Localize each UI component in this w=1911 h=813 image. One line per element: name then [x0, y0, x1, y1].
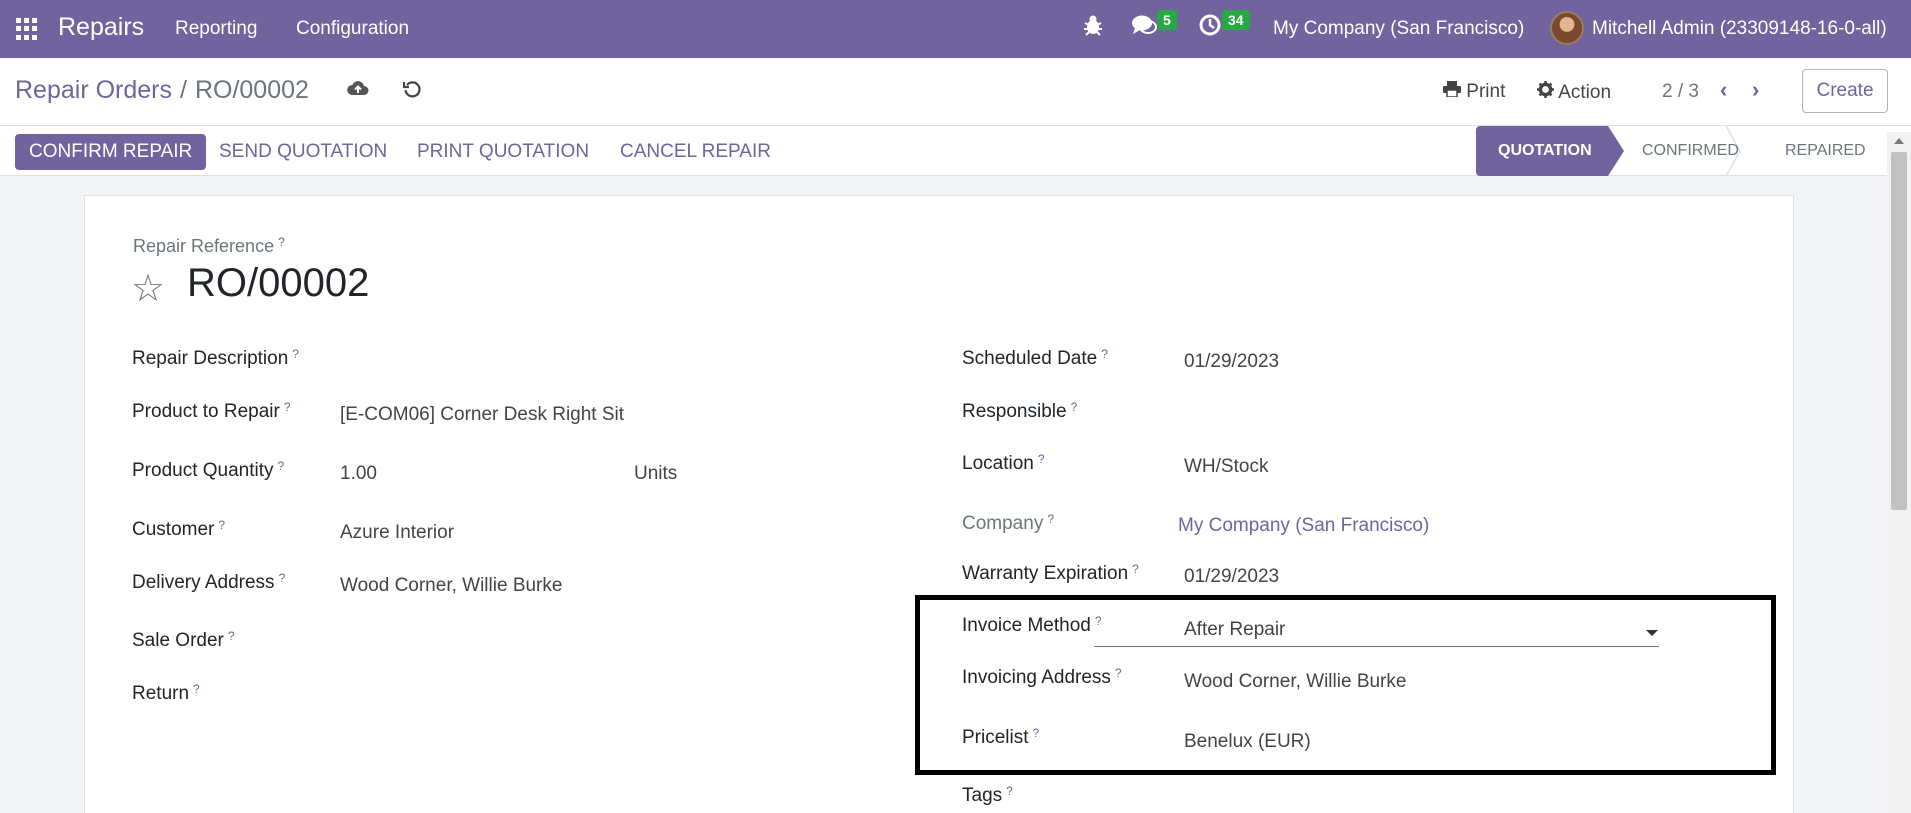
help-icon[interactable]: ?	[284, 400, 291, 414]
company-switcher[interactable]: My Company (San Francisco)	[1273, 18, 1524, 40]
status-bar: CONFIRM REPAIR SEND QUOTATION PRINT QUOT…	[0, 125, 1911, 177]
scheduled-date-field[interactable]: 01/29/2023	[1184, 351, 1279, 373]
chat-icon[interactable]	[1131, 14, 1157, 42]
scrollbar[interactable]	[1887, 132, 1911, 813]
messages-badge: 5	[1157, 10, 1177, 30]
customer-label: Customer?	[132, 518, 225, 541]
responsible-label: Responsible?	[962, 400, 1078, 423]
label-text: Product Quantity	[132, 460, 274, 481]
create-button[interactable]: Create	[1802, 69, 1888, 113]
customer-field[interactable]: Azure Interior	[340, 522, 454, 544]
help-icon[interactable]: ?	[193, 682, 200, 696]
scroll-up-arrow-icon[interactable]	[1894, 138, 1904, 144]
label-text: Warranty Expiration	[962, 563, 1129, 584]
help-icon[interactable]: ?	[279, 571, 286, 585]
app-name[interactable]: Repairs	[58, 13, 144, 42]
help-icon[interactable]: ?	[278, 459, 285, 473]
location-label: Location?	[962, 452, 1045, 475]
ref-label-text: Repair Reference	[133, 236, 275, 256]
label-text: Customer	[132, 519, 215, 540]
scheduled-date-label: Scheduled Date?	[962, 347, 1108, 370]
company-field[interactable]: My Company (San Francisco)	[1178, 515, 1429, 537]
breadcrumb: Repair Orders / RO/00002	[15, 76, 309, 105]
label-text: Tags	[962, 785, 1003, 806]
label-text: Scheduled Date	[962, 348, 1098, 369]
highlight-box	[915, 595, 1776, 775]
cancel-repair-button[interactable]: CANCEL REPAIR	[620, 141, 771, 163]
quantity-label: Product Quantity?	[132, 459, 285, 482]
sale-order-label: Sale Order?	[132, 629, 235, 652]
label-text: Return	[132, 683, 190, 704]
breadcrumb-separator: /	[180, 76, 187, 104]
warranty-expiration-field[interactable]: 01/29/2023	[1184, 566, 1279, 588]
label-text: Delivery Address	[132, 572, 275, 593]
tags-label: Tags?	[962, 784, 1013, 807]
apps-grid-icon[interactable]	[16, 18, 38, 40]
label-text: Location	[962, 453, 1034, 474]
repair-reference-label: Repair Reference?	[133, 235, 285, 257]
bug-icon[interactable]	[1083, 14, 1103, 42]
action-label: Action	[1558, 82, 1612, 103]
warranty-expiration-label: Warranty Expiration?	[962, 562, 1139, 585]
print-label: Print	[1466, 81, 1506, 102]
confirm-repair-button[interactable]: CONFIRM REPAIR	[15, 134, 207, 170]
help-icon[interactable]: ?	[292, 347, 299, 361]
cloud-upload-icon[interactable]	[347, 79, 369, 103]
stage-quotation[interactable]: QUOTATION	[1476, 126, 1624, 176]
uom-field[interactable]: Units	[634, 463, 677, 485]
label-text: Product to Repair	[132, 401, 280, 422]
help-icon[interactable]: ?	[1132, 562, 1139, 576]
location-field[interactable]: WH/Stock	[1184, 456, 1268, 478]
label-text: Company	[962, 513, 1044, 534]
product-field[interactable]: [E-COM06] Corner Desk Right Sit	[340, 404, 624, 426]
avatar[interactable]	[1550, 11, 1584, 45]
chevron-right-icon[interactable]: ›	[1752, 77, 1759, 103]
help-icon[interactable]: ?	[1101, 347, 1108, 361]
label-text: Sale Order	[132, 630, 224, 651]
printer-icon	[1443, 81, 1461, 102]
scroll-thumb[interactable]	[1891, 152, 1907, 510]
repair-description-label: Repair Description?	[132, 347, 299, 370]
stage-repaired[interactable]: REPAIRED	[1785, 126, 1866, 176]
help-icon[interactable]: ?	[228, 629, 235, 643]
stage-confirmed[interactable]: CONFIRMED	[1642, 126, 1739, 176]
page-title: RO/00002	[187, 261, 370, 305]
help-icon[interactable]: ?	[1047, 512, 1054, 526]
activities-badge: 34	[1222, 10, 1250, 30]
gear-icon	[1537, 81, 1554, 103]
discard-icon[interactable]	[402, 79, 422, 105]
label-text: Repair Description	[132, 348, 289, 369]
menu-reporting[interactable]: Reporting	[175, 18, 257, 40]
label-text: Responsible	[962, 401, 1067, 422]
send-quotation-button[interactable]: SEND QUOTATION	[219, 141, 387, 163]
star-icon[interactable]: ☆	[131, 266, 165, 311]
action-button[interactable]: Action	[1537, 81, 1611, 104]
breadcrumb-parent[interactable]: Repair Orders	[15, 76, 172, 104]
print-button[interactable]: Print	[1443, 81, 1505, 103]
chevron-left-icon[interactable]: ‹	[1720, 77, 1727, 103]
return-label: Return?	[132, 682, 200, 705]
print-quotation-button[interactable]: PRINT QUOTATION	[417, 141, 589, 163]
help-icon[interactable]: ?	[278, 235, 285, 249]
help-icon[interactable]: ?	[1038, 452, 1045, 466]
product-label: Product to Repair?	[132, 400, 291, 423]
clock-icon[interactable]	[1199, 14, 1221, 42]
help-icon[interactable]: ?	[218, 518, 225, 532]
delivery-address-label: Delivery Address?	[132, 571, 286, 594]
quantity-field[interactable]: 1.00	[340, 463, 377, 485]
menu-configuration[interactable]: Configuration	[296, 18, 409, 40]
help-icon[interactable]: ?	[1071, 400, 1078, 414]
user-menu[interactable]: Mitchell Admin (23309148-16-0-all)	[1592, 18, 1887, 40]
company-label: Company?	[962, 512, 1054, 535]
delivery-address-field[interactable]: Wood Corner, Willie Burke	[340, 575, 562, 597]
breadcrumb-current: RO/00002	[194, 76, 309, 104]
control-panel: Repair Orders / RO/00002 Print Action 2 / …	[0, 58, 1911, 126]
help-icon[interactable]: ?	[1006, 784, 1013, 798]
pager-value[interactable]: 2 / 3	[1662, 81, 1699, 103]
top-navbar: Repairs Reporting Configuration 5 34 My …	[0, 0, 1911, 58]
